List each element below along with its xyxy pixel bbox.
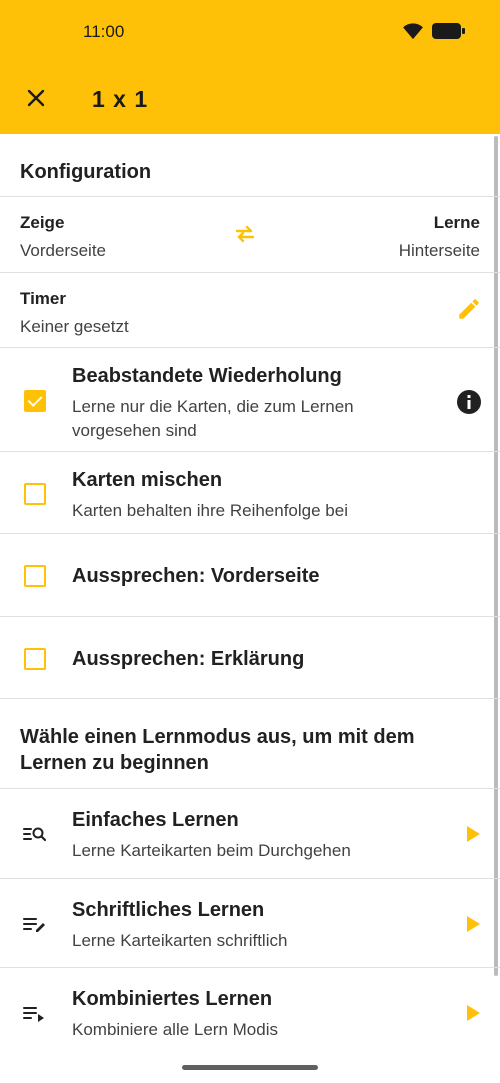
- timer-row[interactable]: Timer Keiner gesetzt: [0, 273, 500, 348]
- spaced-repetition-checkbox[interactable]: [24, 390, 46, 412]
- status-time: 11:00: [83, 22, 125, 41]
- mode-heading: Wähle einen Lernmodus aus, um mit dem Le…: [20, 726, 415, 774]
- show-label: Zeige: [20, 213, 65, 232]
- mode-title: Einfaches Lernen: [72, 809, 239, 831]
- learn-side-selector[interactable]: Lerne Hinterseite: [399, 213, 480, 261]
- swap-button[interactable]: [232, 221, 258, 247]
- option-speak-front[interactable]: Aussprechen: Vorderseite: [0, 534, 500, 617]
- show-side-selector[interactable]: Zeige Vorderseite: [20, 213, 106, 261]
- option-title: Aussprechen: Vorderseite: [72, 565, 320, 587]
- shuffle-checkbox[interactable]: [24, 483, 46, 505]
- mode-combined-learning[interactable]: Kombiniertes Lernen Kombiniere alle Lern…: [0, 968, 500, 1058]
- mode-title: Schriftliches Lernen: [72, 899, 265, 921]
- option-subtitle: Lerne nur die Karten, die zum Lernen vor…: [72, 397, 354, 440]
- option-title: Beabstandete Wiederholung: [72, 365, 342, 387]
- wifi-icon: [403, 23, 423, 40]
- learn-label: Lerne: [433, 213, 480, 232]
- mode-subtitle: Lerne Karteikarten beim Durchgehen: [72, 841, 351, 860]
- config-heading: Konfiguration: [20, 161, 152, 183]
- swap-icon: [235, 225, 255, 243]
- list-play-icon: [23, 1007, 44, 1022]
- home-indicator[interactable]: [182, 1065, 318, 1070]
- option-speak-explanation[interactable]: Aussprechen: Erklärung: [0, 617, 500, 699]
- close-icon: [27, 89, 45, 107]
- info-icon[interactable]: [456, 389, 482, 415]
- status-icons: [402, 22, 466, 40]
- side-selector-row: Zeige Vorderseite Lerne Hinterseite: [0, 197, 500, 273]
- mode-title: Kombiniertes Lernen: [72, 988, 273, 1010]
- option-spaced-repetition[interactable]: Beabstandete Wiederholung Lerne nur die …: [0, 348, 500, 452]
- mode-simple-learning[interactable]: Einfaches Lernen Lerne Karteikarten beim…: [0, 789, 500, 879]
- play-arrow-icon[interactable]: [467, 916, 480, 932]
- show-value: Vorderseite: [20, 241, 106, 260]
- learn-value: Hinterseite: [398, 241, 480, 260]
- play-arrow-icon[interactable]: [467, 1005, 480, 1021]
- mode-section-header: Wähle einen Lernmodus aus, um mit dem Le…: [0, 699, 500, 789]
- mode-written-learning[interactable]: Schriftliches Lernen Lerne Karteikarten …: [0, 879, 500, 968]
- app-title: 1 x 1: [92, 86, 149, 112]
- config-section-header: Konfiguration: [0, 134, 500, 197]
- mode-subtitle: Lerne Karteikarten schriftlich: [72, 931, 288, 950]
- speak-explanation-checkbox[interactable]: [24, 648, 46, 670]
- timer-label: Timer: [20, 289, 66, 308]
- list-search-icon: [23, 827, 47, 842]
- edit-pencil-icon[interactable]: [456, 296, 482, 322]
- mode-subtitle: Kombiniere alle Lern Modis: [72, 1020, 278, 1039]
- play-arrow-icon[interactable]: [467, 826, 480, 842]
- battery-icon: [432, 23, 465, 39]
- option-shuffle-cards[interactable]: Karten mischen Karten behalten ihre Reih…: [0, 452, 500, 534]
- app-bar: 11:00 1 x 1: [0, 0, 500, 134]
- option-title: Karten mischen: [72, 469, 223, 491]
- option-subtitle: Karten behalten ihre Reihenfolge bei: [72, 501, 348, 520]
- speak-front-checkbox[interactable]: [24, 565, 46, 587]
- timer-value: Keiner gesetzt: [20, 317, 129, 336]
- option-title: Aussprechen: Erklärung: [72, 648, 305, 670]
- list-edit-icon: [23, 918, 45, 932]
- close-button[interactable]: [22, 84, 50, 112]
